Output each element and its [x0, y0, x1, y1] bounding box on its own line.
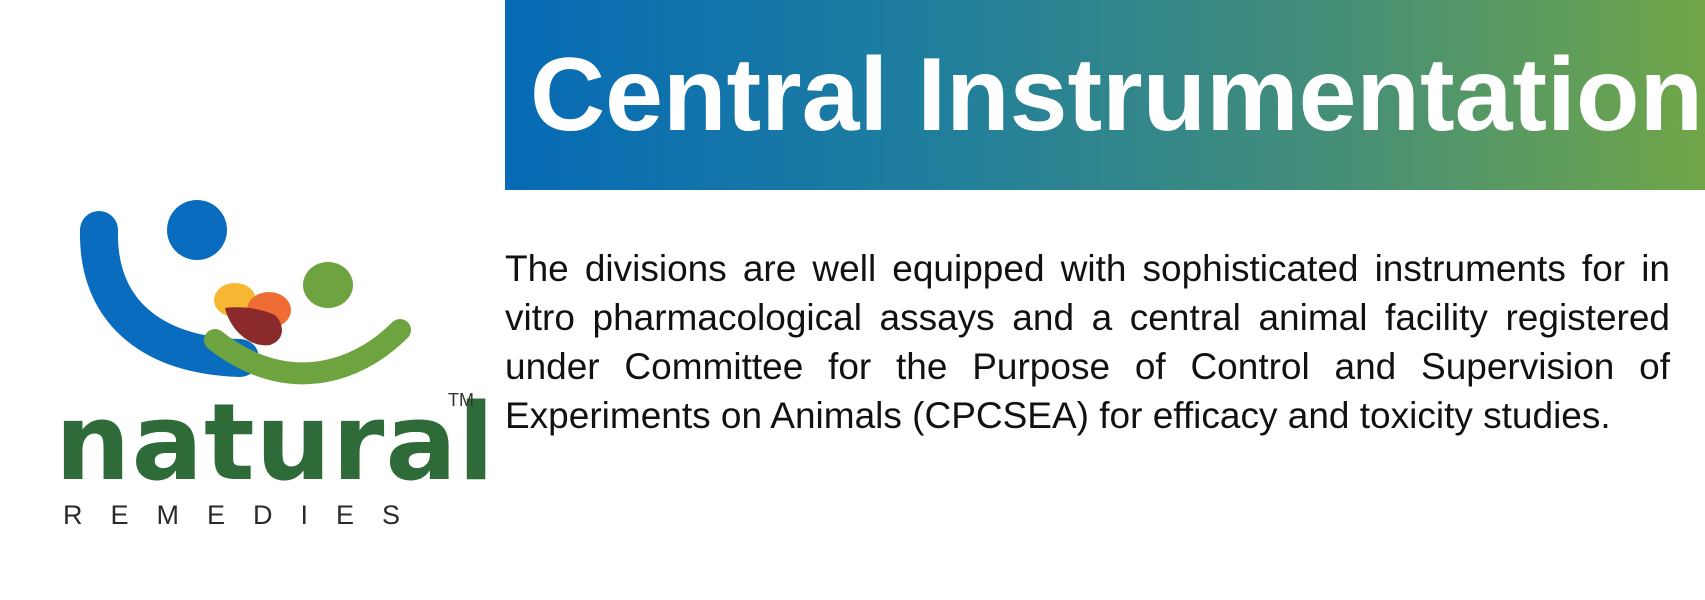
- logo-green-head-shape: [303, 262, 353, 308]
- trademark-symbol: TM: [448, 390, 474, 410]
- logo-figure-icon: [79, 200, 411, 385]
- title-banner: Central Instrumentation: [505, 0, 1705, 190]
- logo-blue-head-shape: [167, 200, 227, 260]
- page-title: Central Instrumentation: [530, 37, 1703, 153]
- description-paragraph: The divisions are well equipped with sop…: [505, 248, 1670, 436]
- logo-tagline: REMEDIES: [63, 500, 429, 530]
- natural-remedies-logo: natural TM REMEDIES: [55, 200, 496, 540]
- logo-wordmark: natural: [55, 381, 496, 504]
